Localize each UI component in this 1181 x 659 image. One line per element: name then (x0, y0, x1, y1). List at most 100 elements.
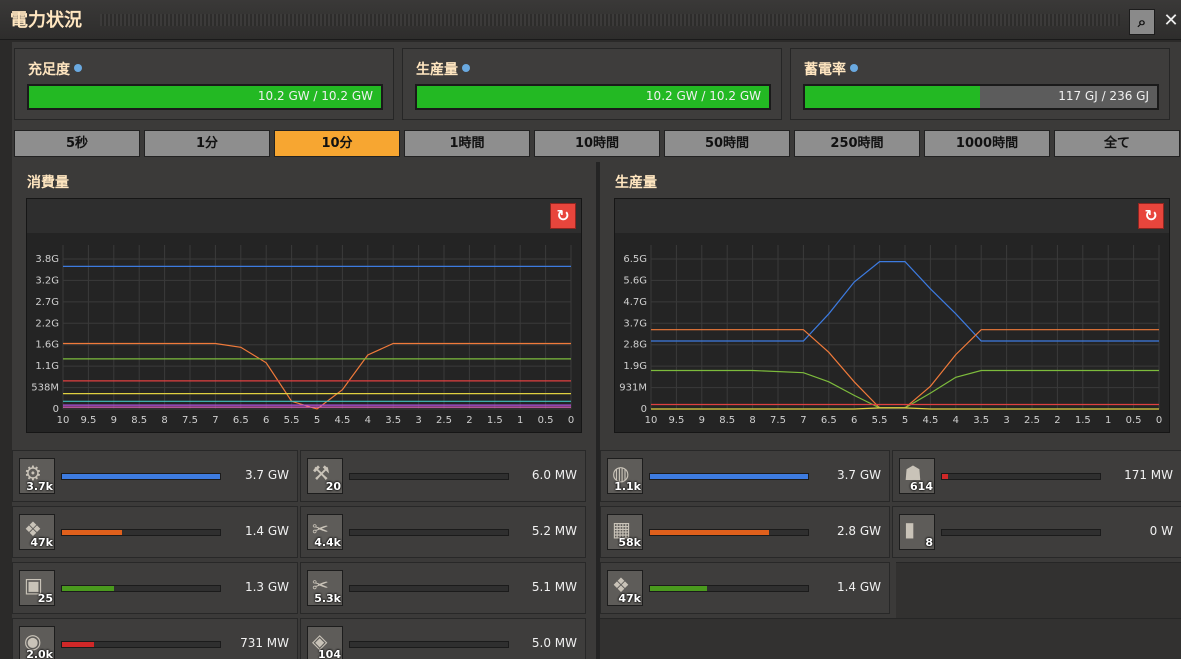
module-row[interactable]: ◉ 2.0k 731 MW (12, 618, 298, 659)
generator-icon[interactable]: ▮ 8 (899, 514, 935, 550)
x-tick-label: 3.5 (973, 415, 989, 426)
x-tick-label: 7.5 (770, 415, 786, 426)
y-tick-label: 538M (31, 383, 59, 394)
x-tick-label: 5 (902, 415, 908, 426)
usage-bar (61, 529, 221, 536)
radar-icon[interactable]: ◈ 104 (307, 626, 343, 659)
module-row[interactable]: ▣ 25 1.3 GW (12, 562, 298, 614)
tab-3[interactable]: 1時間 (404, 130, 530, 157)
x-tick-label: 7.5 (182, 415, 198, 426)
tab-7[interactable]: 1000時間 (924, 130, 1050, 157)
entity-count: 1.1k (614, 480, 641, 493)
reset-zoom-button[interactable]: ↻ (1138, 203, 1164, 229)
panel-title: 消費量 (27, 175, 69, 191)
x-tick-label: 0.5 (1126, 415, 1142, 426)
entity-count: 47k (618, 592, 641, 605)
tab-1[interactable]: 1分 (144, 130, 270, 157)
usage-bar (649, 585, 809, 592)
roboport-icon[interactable]: ⚒ 20 (307, 458, 343, 494)
module-row[interactable]: ▮ 8 0 W (892, 506, 1181, 558)
solar-panel-icon[interactable]: ▦ 58k (607, 514, 643, 550)
x-tick-label: 2 (1054, 415, 1060, 426)
y-tick-label: 5.6G (623, 275, 647, 286)
reset-icon: ↻ (1144, 206, 1158, 225)
usage-fill (650, 530, 769, 535)
production-chart[interactable]: ↻ 10 9.5 9 8.5 8 7.5 7 6.5 6 5.5 5 4.5 4 3.5 3 2.5 2 1.5 1… (614, 198, 1170, 433)
production-plot: 10 9.5 9 8.5 8 7.5 7 6.5 6 5.5 5 4.5 4 3.5 3 2.5 2 1.5 1 0.… (619, 245, 1162, 426)
entity-count: 4.4k (314, 536, 341, 549)
y-tick-label: 6.5G (623, 254, 647, 265)
usage-fill (942, 474, 949, 479)
tab-8[interactable]: 全て (1054, 130, 1180, 157)
y-tick-label: 3.8G (35, 254, 59, 265)
satisfaction-stat: 充足度 10.2 GW / 10.2 GW (14, 48, 394, 120)
stat-value: 10.2 GW / 10.2 GW (257, 89, 373, 103)
window-titlebar[interactable]: 電力状況 ⌕ ✕ (0, 0, 1181, 40)
close-button[interactable]: ✕ (1158, 9, 1181, 35)
entity-count: 58k (618, 536, 641, 549)
module-row[interactable]: ☗ 614 171 MW (892, 450, 1181, 502)
x-tick-label: 0 (1156, 415, 1162, 426)
steam-engine-icon[interactable]: ◍ 1.1k (607, 458, 643, 494)
y-tick-label: 2.7G (35, 297, 59, 308)
module-row[interactable]: ⚒ 20 6.0 MW (300, 450, 586, 502)
usage-fill (62, 586, 115, 591)
info-icon[interactable] (462, 64, 470, 72)
tab-4[interactable]: 10時間 (534, 130, 660, 157)
beacon-icon[interactable]: ◉ 2.0k (19, 626, 55, 659)
fast-inserter-icon[interactable]: ✂ 5.3k (307, 570, 343, 606)
furnace-icon[interactable]: ▣ 25 (19, 570, 55, 606)
accumulator-icon[interactable]: ❖ 47k (607, 570, 643, 606)
power-value: 1.4 GW (244, 524, 289, 538)
steam-turbine-icon[interactable]: ☗ 614 (899, 458, 935, 494)
tab-0[interactable]: 5秒 (14, 130, 140, 157)
y-tick-label: 1.1G (35, 361, 59, 372)
empty-slot (896, 562, 1181, 618)
drag-handle[interactable] (100, 14, 1120, 26)
module-row[interactable]: ◍ 1.1k 3.7 GW (600, 450, 890, 502)
assembler-icon[interactable]: ⚙ 3.7k (19, 458, 55, 494)
module-row[interactable]: ❖ 47k 1.4 GW (12, 506, 298, 558)
consumption-chart[interactable]: ↻ 10 9.5 9 8.5 8 7.5 7 6.5 6 5.5 5 4.5 4 3.5 3 2.5 2 1.5 1… (26, 198, 582, 433)
stat-label: 充足度 (28, 62, 70, 78)
x-tick-label: 0 (568, 415, 574, 426)
x-tick-label: 3.5 (385, 415, 401, 426)
module-row[interactable]: ⚙ 3.7k 3.7 GW (12, 450, 298, 502)
tab-6[interactable]: 250時間 (794, 130, 920, 157)
module-row[interactable]: ▦ 58k 2.8 GW (600, 506, 890, 558)
power-value: 2.8 GW (836, 524, 881, 538)
module-row[interactable]: ❖ 47k 1.4 GW (600, 562, 890, 614)
satisfaction-bar: 10.2 GW / 10.2 GW (27, 84, 383, 110)
x-tick-label: 5.5 (872, 415, 888, 426)
x-tick-label: 4 (365, 415, 371, 426)
info-icon[interactable] (850, 64, 858, 72)
inserter-icon[interactable]: ✂ 4.4k (307, 514, 343, 550)
close-icon: ✕ (1163, 10, 1179, 31)
power-value: 5.2 MW (531, 524, 577, 538)
x-tick-label: 9.5 (80, 415, 96, 426)
module-row[interactable]: ✂ 5.3k 5.1 MW (300, 562, 586, 614)
x-tick-label: 5.5 (284, 415, 300, 426)
reset-zoom-button[interactable]: ↻ (550, 203, 576, 229)
entity-count: 5.3k (314, 592, 341, 605)
module-row[interactable]: ✂ 4.4k 5.2 MW (300, 506, 586, 558)
power-value: 731 MW (240, 636, 289, 650)
tab-2[interactable]: 10分 (274, 130, 400, 157)
y-tick-label: 0 (53, 404, 59, 415)
x-tick-label: 9.5 (668, 415, 684, 426)
usage-bar (349, 585, 509, 592)
entity-count: 8 (925, 536, 933, 549)
tab-5[interactable]: 50時間 (664, 130, 790, 157)
module-row[interactable]: ◈ 104 5.0 MW (300, 618, 586, 659)
y-tick-label: 931M (619, 383, 647, 394)
x-tick-label: 10 (645, 415, 658, 426)
lab-icon[interactable]: ❖ 47k (19, 514, 55, 550)
search-button[interactable]: ⌕ (1129, 9, 1155, 35)
usage-fill (62, 474, 220, 479)
info-icon[interactable] (74, 64, 82, 72)
x-tick-label: 6.5 (821, 415, 837, 426)
entity-count: 2.0k (26, 648, 53, 659)
y-tick-label: 2.8G (623, 340, 647, 351)
y-tick-label: 1.6G (35, 340, 59, 351)
x-tick-label: 10 (57, 415, 70, 426)
